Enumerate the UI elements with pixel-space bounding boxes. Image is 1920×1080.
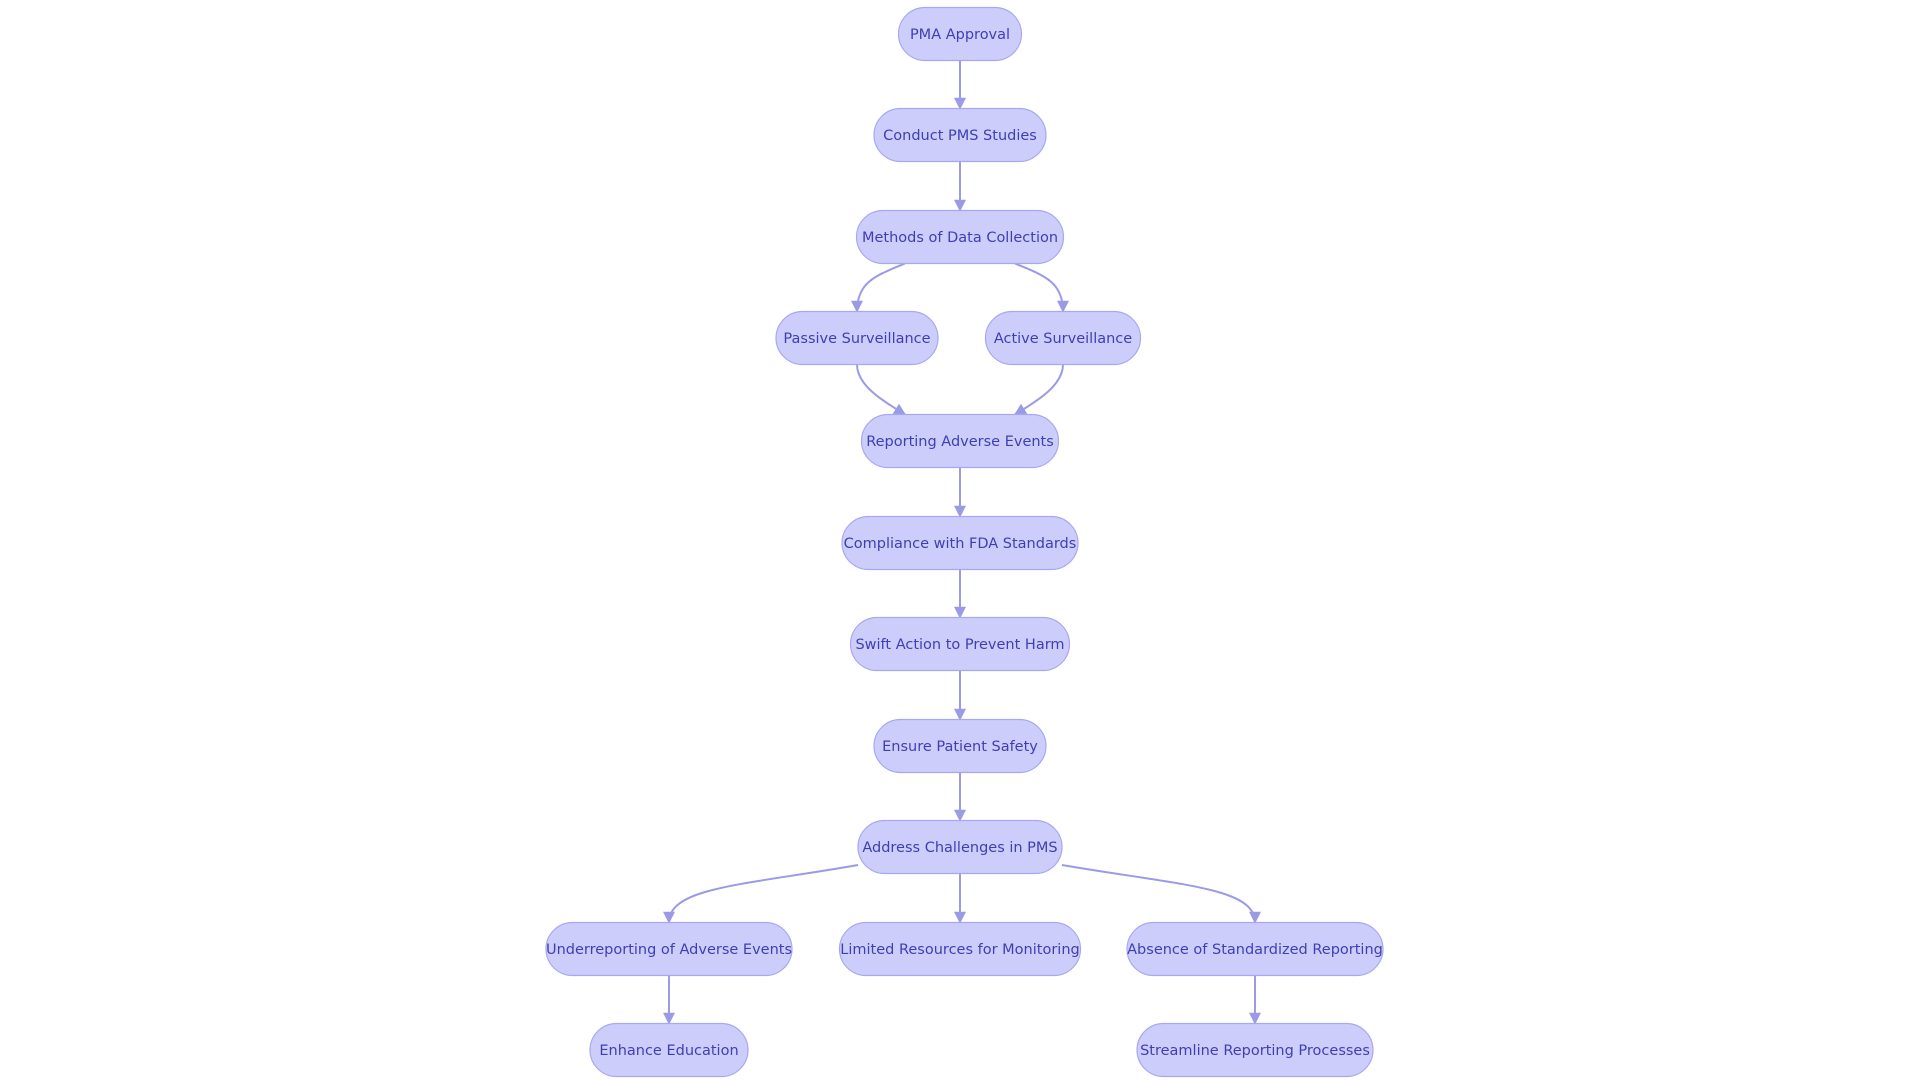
node-label: Enhance Education [599,1043,738,1059]
node-limited: Limited Resources for Monitoring [838,921,1082,977]
node-label: Compliance with FDA Standards [844,536,1077,552]
edge-address-to-under [663,864,859,924]
node-label: Swift Action to Prevent Harm [855,637,1064,653]
node-stream: Streamline Reporting Processes [1136,1022,1374,1078]
node-pms: Conduct PMS Studies [873,107,1047,163]
node-educ: Enhance Education [589,1022,749,1078]
node-label: PMA Approval [910,27,1010,43]
node-under: Underreporting of Adverse Events [545,921,793,977]
node-label: Ensure Patient Safety [882,739,1038,755]
node-label: Active Surveillance [994,331,1132,347]
node-label: Underreporting of Adverse Events [546,942,792,958]
node-compliance: Compliance with FDA Standards [841,515,1079,571]
node-label: Reporting Adverse Events [866,434,1054,450]
node-label: Absence of Standardized Reporting [1127,942,1383,958]
node-methods: Methods of Data Collection [855,209,1065,265]
node-reporting: Reporting Adverse Events [860,413,1060,469]
node-label: Passive Surveillance [783,331,930,347]
node-ensure: Ensure Patient Safety [873,718,1047,774]
node-label: Conduct PMS Studies [883,128,1037,144]
edge-active-to-reporting [1013,364,1064,416]
node-passive: Passive Surveillance [775,310,939,366]
node-absence: Absence of Standardized Reporting [1126,921,1384,977]
edge-passive-to-reporting [856,364,907,416]
flowchart-diagram: PMA Approval Conduct PMS Studies Methods o… [545,6,1384,1078]
node-pma: PMA Approval [897,6,1023,62]
node-active: Active Surveillance [984,310,1142,366]
edge-methods-to-passive [851,262,906,313]
node-label: Methods of Data Collection [862,230,1058,246]
node-swift: Swift Action to Prevent Harm [849,616,1071,672]
node-label: Address Challenges in PMS [862,840,1057,856]
nodes-layer: PMA Approval Conduct PMS Studies Methods o… [545,6,1384,1078]
edge-methods-to-active [1014,262,1069,313]
node-address: Address Challenges in PMS [857,819,1063,875]
node-label: Streamline Reporting Processes [1140,1043,1370,1059]
edge-address-to-absence [1061,864,1261,924]
node-label: Limited Resources for Monitoring [840,942,1079,958]
